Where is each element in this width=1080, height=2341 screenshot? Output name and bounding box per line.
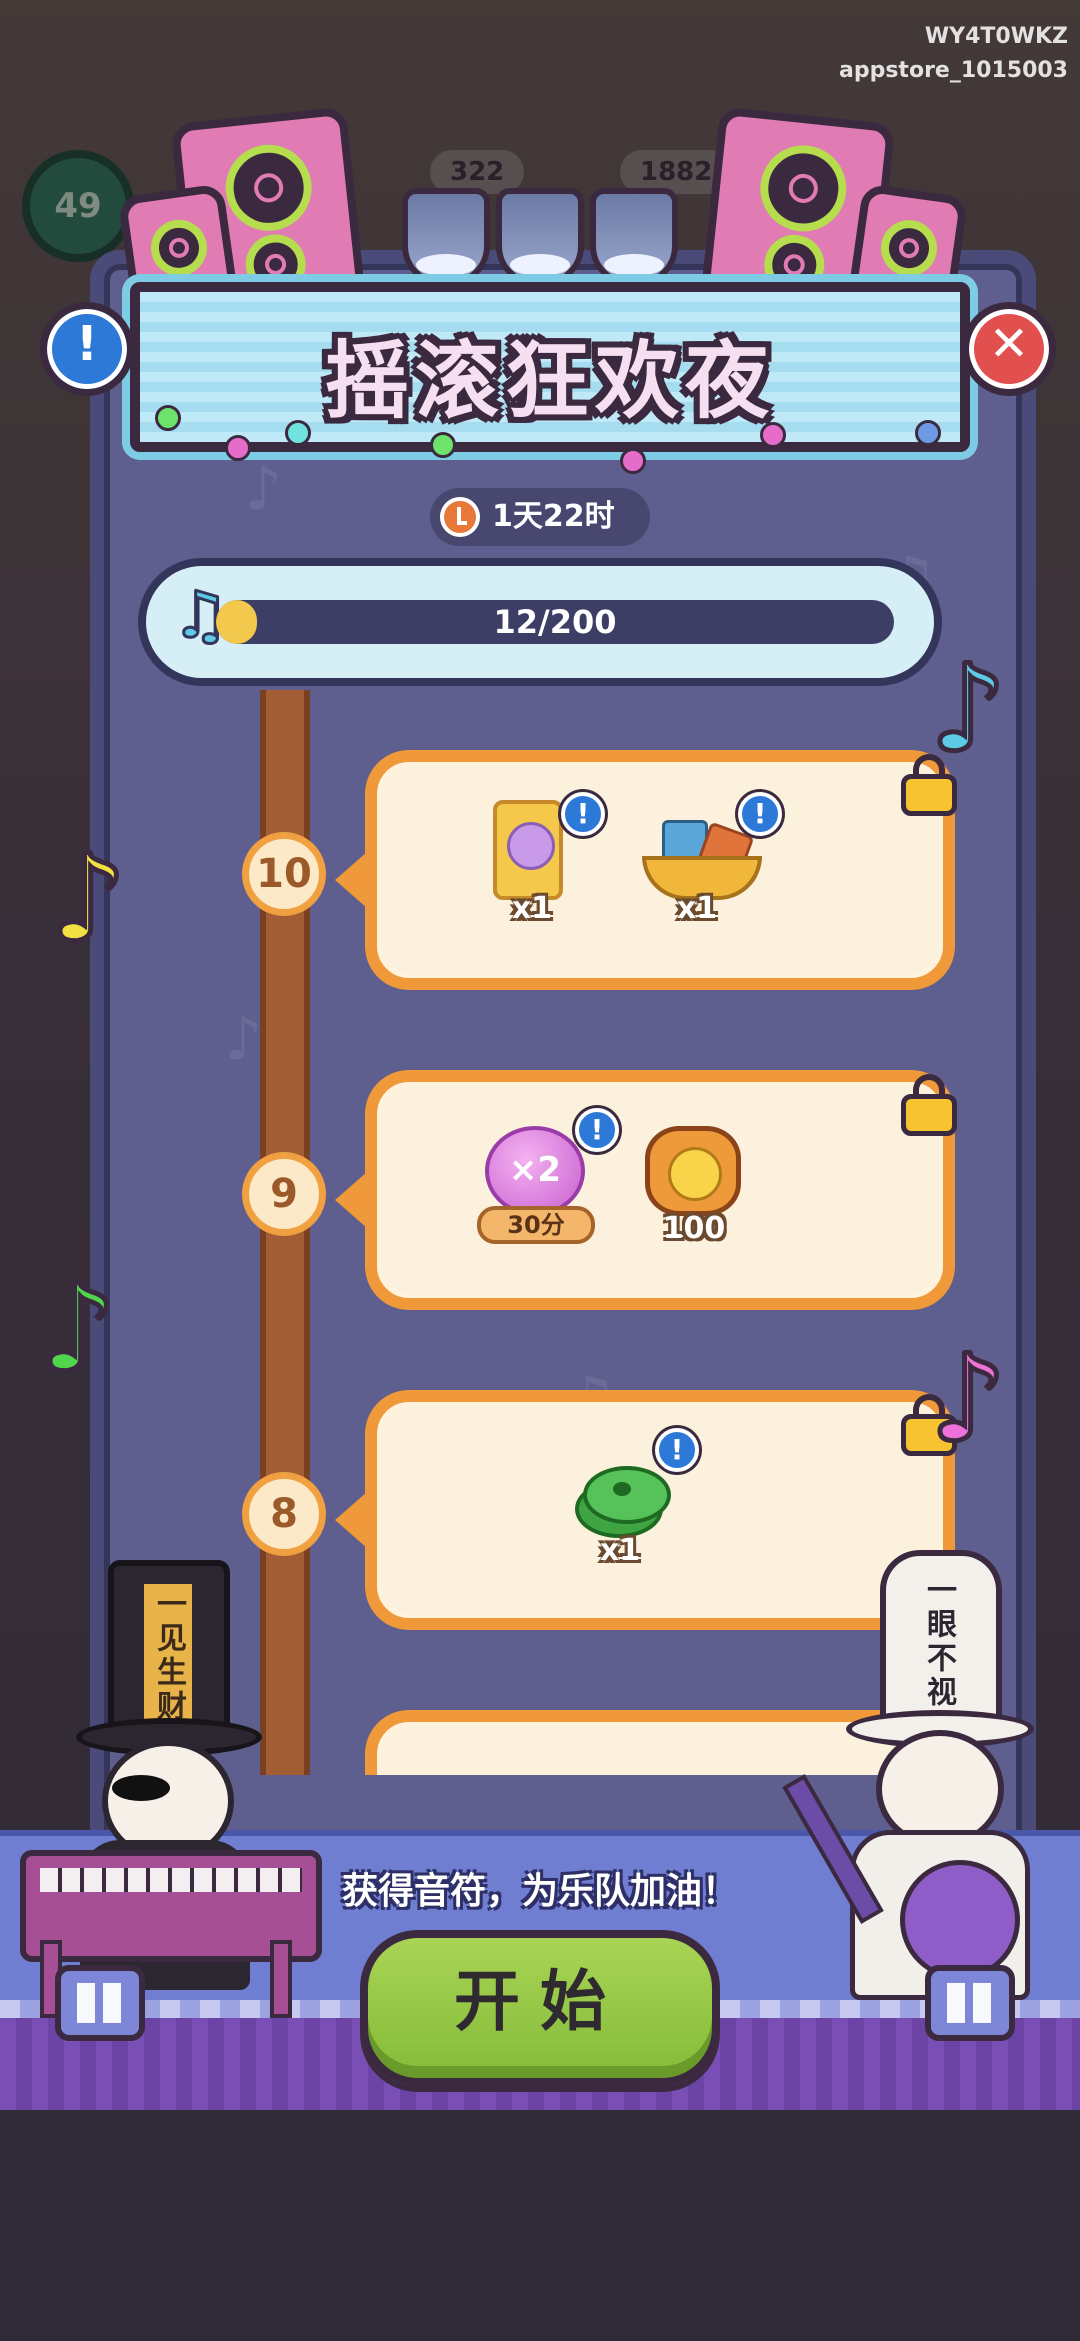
reward-item[interactable]: x1 ! [477,792,605,926]
treasure-bowl-icon [642,820,762,900]
reward-item[interactable]: x1 ! [565,1428,699,1568]
black-hat: 一见生财 [108,1560,230,1742]
event-title: 摇滚狂欢夜 [324,332,775,430]
tier-level-badge: 9 [242,1152,326,1236]
left-hat-text: 一见生财 [144,1584,192,1728]
info-icon[interactable]: ! [575,1108,619,1152]
double-potion-icon: ×2 [485,1126,585,1216]
tier-reward-card[interactable]: x1 ! x1 ! [335,750,957,990]
music-note-icon: ♪ [928,1330,1010,1469]
tier-reward-card[interactable]: ×2 30分 ! 100 [335,1070,957,1310]
help-button[interactable]: ! [40,302,134,396]
keyboard-player-character: 一见生财 [20,1550,322,2018]
rune-card-icon [493,800,563,900]
stage-lamp-icon [496,188,584,286]
sunglasses-icon [112,1775,170,1801]
music-note-icon: ♪ [928,640,1010,779]
white-hat: 一眼不视 [880,1550,1002,1732]
reward-qty: x1 [676,891,718,926]
reward-item[interactable]: ×2 30分 ! [477,1108,619,1244]
clock-icon [440,497,480,537]
hint-text: 获得音符，为乐队加油！ [341,1871,738,1912]
tier-level-badge: 8 [242,1472,326,1556]
info-icon[interactable]: ! [738,792,782,836]
reward-item[interactable]: 100 [639,1120,749,1246]
spotlight-icon [55,1965,145,2041]
spotlight-icon [925,1965,1015,2041]
flower-coin-icon [645,1126,741,1216]
light-bulb [915,420,941,446]
start-button[interactable]: 开始 [360,1930,720,2086]
title-banner: 摇滚狂欢夜 [130,282,970,452]
reward-qty: 100 [662,1211,726,1246]
reward-tier-9[interactable]: 9 ×2 30分 ! 100 [100,1070,990,1320]
potion-duration: 30分 [477,1206,595,1244]
info-icon[interactable]: ! [561,792,605,836]
info-icon[interactable]: ! [655,1428,699,1472]
light-bulb [285,420,311,446]
watermark: WY4T0WKZ appstore_1015003 [839,20,1068,88]
reward-qty: x1 [511,891,553,926]
right-hat-text: 一眼不视 [921,1574,956,1710]
light-bulb [620,448,646,474]
reward-item[interactable]: x1 ! [642,792,782,926]
guitar-player-character: 一眼不视 [780,1530,1070,2010]
light-bulb [225,435,251,461]
progress-text: 12/200 [493,603,617,641]
light-bulb [760,422,786,448]
music-note-icon: ♪ [38,1260,120,1399]
light-bulb [155,405,181,431]
close-icon: ✕ [988,316,1030,372]
watermark-id: WY4T0WKZ [924,24,1068,49]
music-note-icon: ♪ [48,830,130,969]
stage-lamp-icon [590,188,678,286]
timer-label: 1天22时 [492,499,615,534]
watermark-store: appstore_1015003 [839,58,1068,83]
info-icon: ! [76,316,98,372]
reward-qty: x1 [599,1533,641,1568]
tier-level-badge: 10 [242,832,326,916]
progress-bar: ♫ 12/200 [138,558,942,686]
close-button[interactable]: ✕ [962,302,1056,396]
reward-tier-10[interactable]: 10 x1 ! x1 ! [100,750,990,1000]
stage-lamp-icon [402,188,490,286]
potion-multiplier: ×2 [508,1150,562,1190]
light-bulb [430,432,456,458]
lock-icon [901,1074,957,1136]
event-timer: 1天22时 [430,488,650,546]
jade-coin-stack-icon [575,1462,671,1538]
progress-track: 12/200 [216,600,894,644]
